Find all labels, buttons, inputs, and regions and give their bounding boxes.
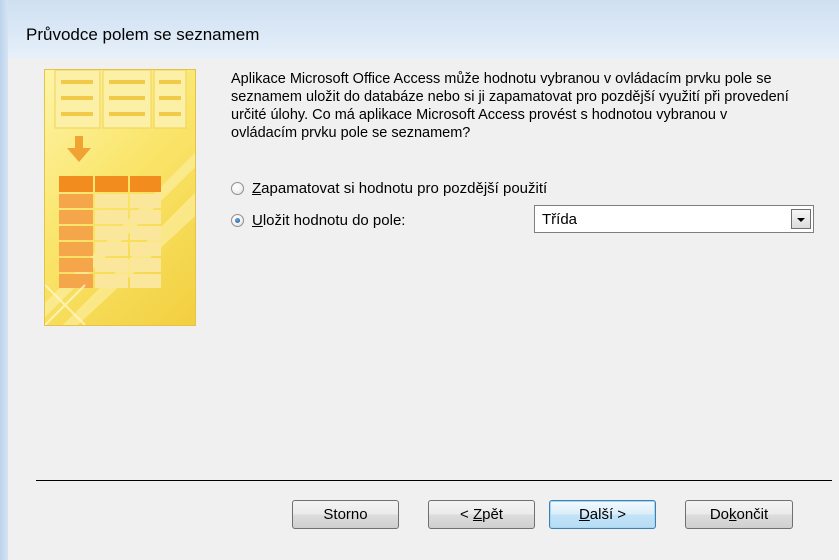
remember-radio[interactable]	[231, 181, 244, 195]
store-radio[interactable]	[231, 213, 244, 227]
option-store-value[interactable]: Uložit hodnotu do pole:	[231, 210, 405, 230]
window-title: Průvodce polem se seznamem	[26, 25, 260, 44]
title-bar[interactable]: Průvodce polem se seznamem	[8, 0, 839, 59]
option-remember-value[interactable]: Zapamatovat si hodnotu pro pozdější použ…	[231, 178, 547, 198]
field-select[interactable]: Třída	[534, 205, 814, 233]
chevron-down-icon[interactable]	[791, 209, 811, 229]
wizard-body: Aplikace Microsoft Office Access může ho…	[8, 58, 839, 560]
store-label: Uložit hodnotu do pole:	[252, 211, 406, 229]
cancel-button[interactable]: Storno	[292, 500, 399, 529]
table-to-field-icon	[45, 70, 195, 325]
remember-label: Zapamatovat si hodnotu pro pozdější použ…	[252, 179, 548, 197]
finish-button[interactable]: Dokončit	[685, 500, 793, 529]
next-button[interactable]: Další >	[549, 500, 656, 529]
separator	[36, 480, 832, 481]
window-frame	[0, 0, 8, 560]
wizard-description: Aplikace Microsoft Office Access může ho…	[231, 71, 789, 141]
wizard-illustration	[44, 69, 196, 326]
back-button[interactable]: < Zpět	[428, 500, 535, 529]
field-select-value: Třída	[542, 211, 578, 228]
